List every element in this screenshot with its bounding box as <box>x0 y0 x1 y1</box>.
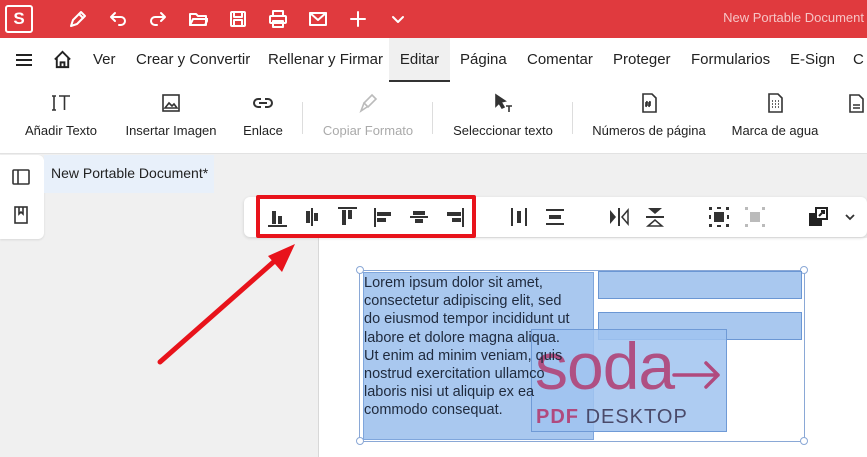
text-select-icon <box>492 92 514 114</box>
chevron-down-icon[interactable] <box>386 7 410 31</box>
text-line: do eiusmod tempor incididunt ut <box>364 311 570 328</box>
page-numbers-button[interactable]: Números de página <box>590 82 708 154</box>
window-title: New Portable Document <box>723 10 864 25</box>
menu-e-sign[interactable]: E-Sign <box>790 38 835 82</box>
menu-formularios[interactable]: Formularios <box>691 38 770 82</box>
text-line: consectetur adipiscing elit, sed <box>364 293 562 310</box>
add-text-button[interactable]: Añadir Texto <box>14 82 108 154</box>
print-icon[interactable] <box>266 7 290 31</box>
menu-comentar[interactable]: Comentar <box>527 38 593 82</box>
menu-rellenar-y-firmar[interactable]: Rellenar y Firmar <box>268 38 383 82</box>
text-line: laboris nisi ut aliquip ex ea <box>364 384 535 401</box>
group-icon[interactable] <box>706 204 732 230</box>
document-tab[interactable]: New Portable Document* <box>44 155 214 193</box>
page-edge <box>318 238 319 457</box>
link-button[interactable]: Enlace <box>238 82 288 154</box>
resize-handle[interactable] <box>800 437 808 445</box>
menu-more[interactable]: C <box>853 38 864 82</box>
text-line: Ut enim ad minim veniam, quis <box>364 347 563 364</box>
text-line: nostrud exercitation ullamco <box>364 366 545 383</box>
page-number-icon <box>638 92 660 114</box>
ribbon-toolbar: Añadir Texto Insertar Imagen Enlace Copi… <box>0 82 867 154</box>
undo-icon[interactable] <box>106 7 130 31</box>
save-icon[interactable] <box>226 7 250 31</box>
flip-horizontal-icon[interactable] <box>606 204 632 230</box>
menu-pagina[interactable]: Página <box>460 38 507 82</box>
image-icon <box>160 92 182 114</box>
menu-editar[interactable]: Editar <box>389 38 450 82</box>
open-folder-icon[interactable] <box>186 7 210 31</box>
home-icon[interactable] <box>52 38 74 82</box>
arrange-order-icon[interactable] <box>806 204 832 230</box>
document-text: Lorem ipsum dolor sit amet, consectetur … <box>364 274 604 420</box>
text-line: commodo consequat. <box>364 402 503 419</box>
text-line: Lorem ipsum dolor sit amet, <box>364 275 543 291</box>
ribbon-separator <box>432 102 433 134</box>
highlight-annotation <box>256 195 476 238</box>
watermark-button[interactable]: Marca de agua <box>728 82 822 154</box>
chevron-down-icon[interactable] <box>840 204 860 230</box>
text-line: labore et dolore magna aliqua. <box>364 329 560 346</box>
flip-vertical-icon[interactable] <box>642 204 668 230</box>
document-icon <box>845 92 867 114</box>
distribute-vertical-icon[interactable] <box>542 204 568 230</box>
logo-arrow-icon <box>672 361 720 389</box>
arrow-annotation <box>157 244 295 365</box>
format-brush-icon <box>357 92 379 114</box>
more-tools-button[interactable] <box>842 82 867 154</box>
select-text-button[interactable]: Seleccionar texto <box>450 82 556 154</box>
panel-toggle-icon[interactable] <box>11 167 33 189</box>
plus-icon[interactable] <box>346 7 370 31</box>
title-bar: S New Portable Document <box>0 0 867 38</box>
menu-proteger[interactable]: Proteger <box>613 38 671 82</box>
pen-icon[interactable] <box>66 7 90 31</box>
mail-icon[interactable] <box>306 7 330 31</box>
menu-ver[interactable]: Ver <box>93 38 116 82</box>
insert-image-button[interactable]: Insertar Imagen <box>120 82 222 154</box>
selected-shape[interactable] <box>598 271 802 299</box>
distribute-horizontal-icon[interactable] <box>506 204 532 230</box>
menu-bar: Ver Crear y Convertir Rellenar y Firmar … <box>0 38 867 82</box>
link-icon <box>252 92 274 114</box>
copy-format-button[interactable]: Copiar Formato <box>318 82 418 154</box>
hamburger-menu-icon[interactable] <box>14 38 34 82</box>
ungroup-icon[interactable] <box>742 204 768 230</box>
redo-icon[interactable] <box>146 7 170 31</box>
watermark-icon <box>764 92 786 114</box>
text-insert-icon <box>50 92 72 114</box>
menu-crear-y-convertir[interactable]: Crear y Convertir <box>136 38 250 82</box>
ribbon-separator <box>302 102 303 134</box>
left-rail <box>0 155 44 239</box>
ribbon-separator <box>572 102 573 134</box>
app-logo[interactable]: S <box>5 5 33 33</box>
bookmark-icon[interactable] <box>11 205 33 227</box>
